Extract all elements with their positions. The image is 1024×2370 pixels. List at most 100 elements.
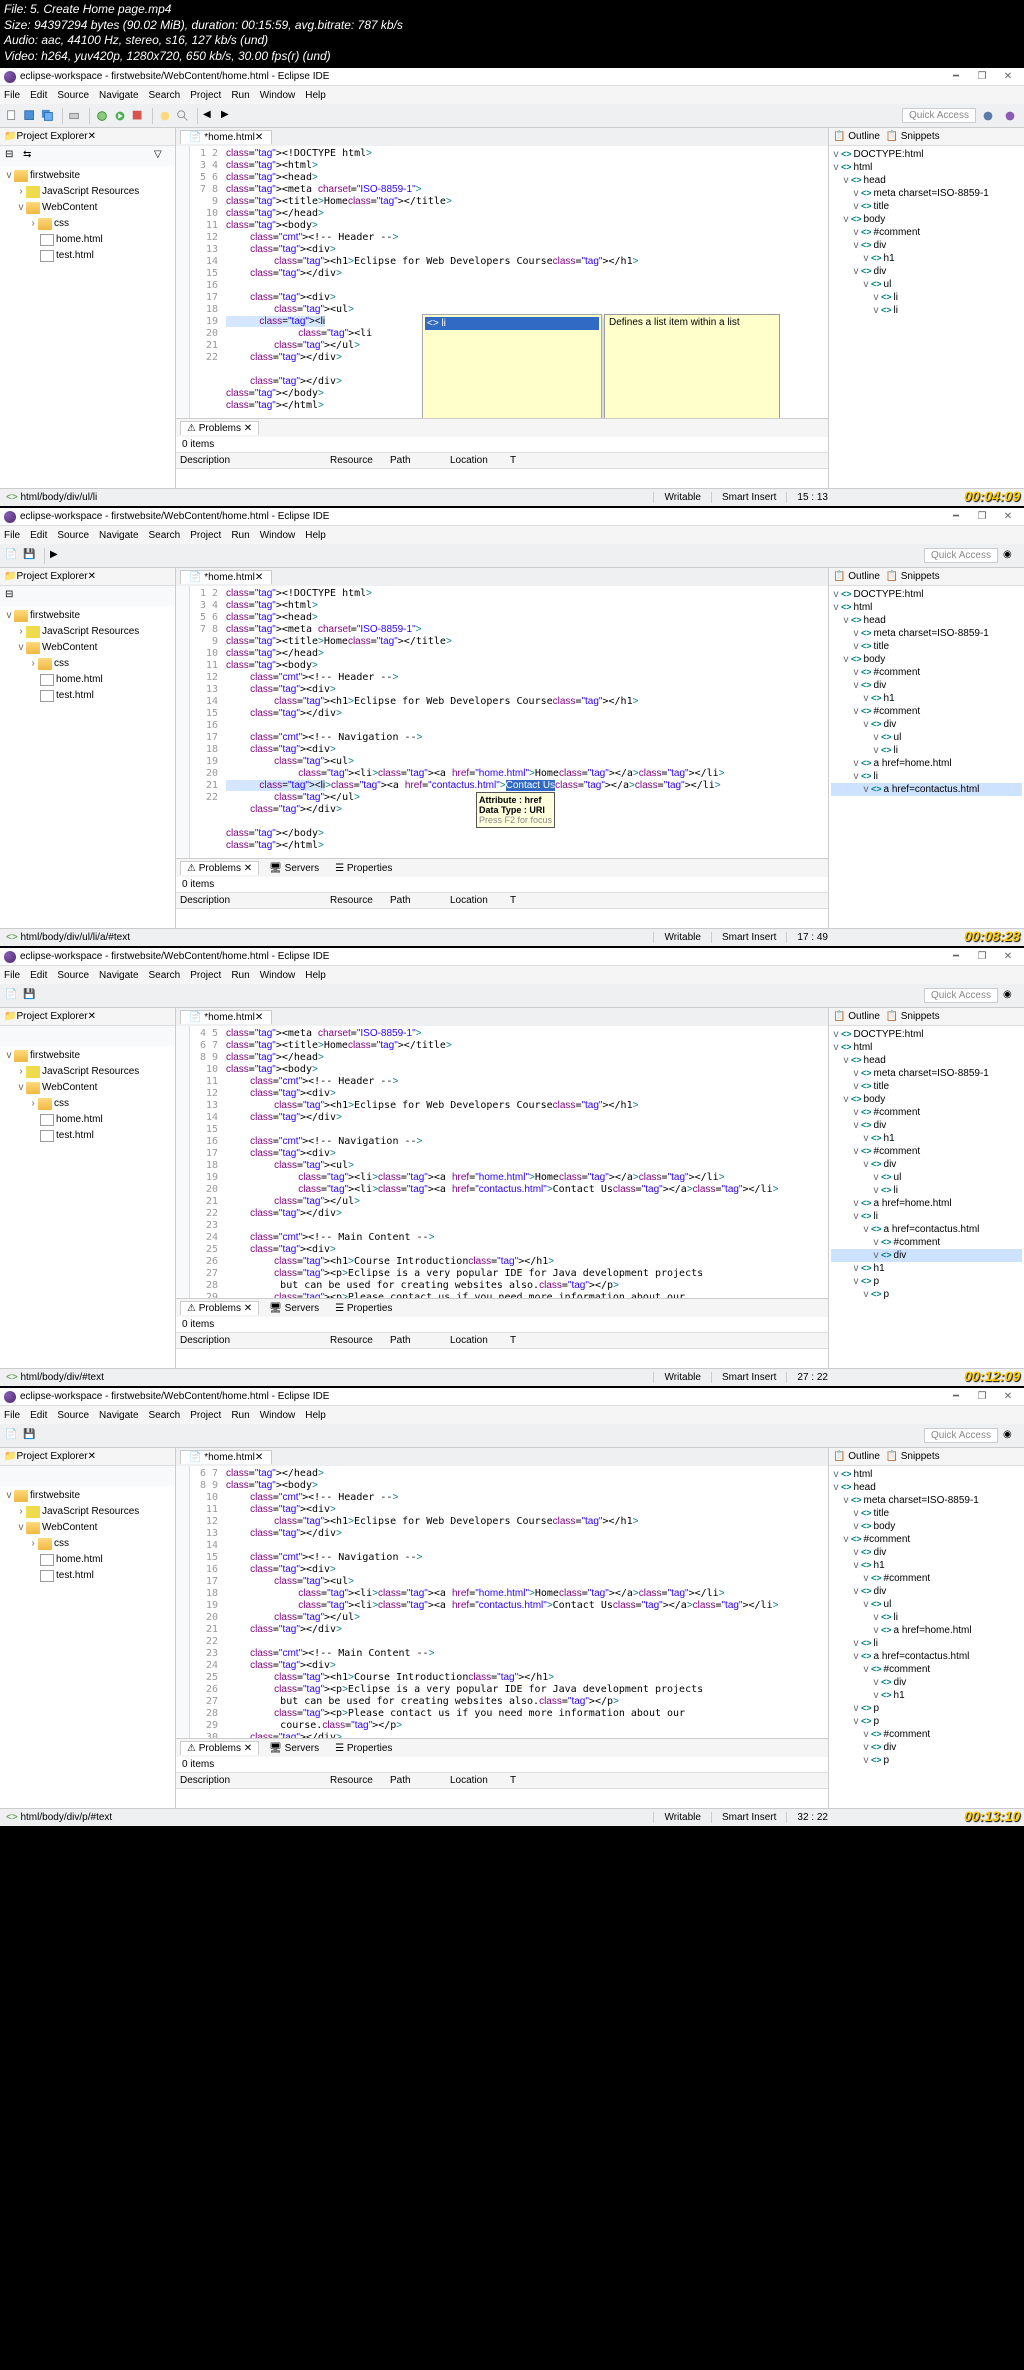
menu-help[interactable]: Help <box>305 90 326 101</box>
menu-window[interactable]: Window <box>260 530 296 541</box>
quick-access-input[interactable]: Quick Access <box>924 548 998 563</box>
col-resource[interactable]: Resource <box>330 455 390 466</box>
snippets-tab[interactable]: 📋 Snippets <box>885 131 939 142</box>
properties-tab[interactable]: ☰ Properties <box>329 1742 398 1755</box>
col-location[interactable]: Location <box>450 455 510 466</box>
code-editor[interactable]: 4 5 6 7 8 9 10 11 12 13 14 15 16 17 18 1… <box>176 1026 828 1298</box>
perspective-icon[interactable]: ◉ <box>1002 548 1018 564</box>
menu-run[interactable]: Run <box>231 530 249 541</box>
quick-access-input[interactable]: Quick Access <box>902 108 976 123</box>
menu-search[interactable]: Search <box>149 90 181 101</box>
minimize-button[interactable]: ━ <box>944 1390 968 1404</box>
code-editor[interactable]: 6 7 8 9 10 11 12 13 14 15 16 17 18 19 20… <box>176 1466 828 1738</box>
col-path[interactable]: Path <box>390 895 450 906</box>
menu-window[interactable]: Window <box>260 90 296 101</box>
tree-test-html[interactable]: test.html <box>4 688 171 704</box>
ext-tools-icon[interactable] <box>130 108 146 124</box>
content-assist-popup[interactable]: <> li <box>422 314 602 418</box>
menu-file[interactable]: File <box>4 90 20 101</box>
tree-home-html[interactable]: home.html <box>4 672 171 688</box>
link-editor-icon[interactable]: ⇆ <box>22 148 38 164</box>
editor-tab-home[interactable]: 📄 *home.html ✕ <box>180 1010 272 1024</box>
menu-project[interactable]: Project <box>190 90 221 101</box>
minimize-button[interactable]: ━ <box>944 70 968 84</box>
problems-tab[interactable]: ⚠ Problems ✕ <box>180 1741 259 1755</box>
outline-tree[interactable]: v<> htmlv<> headv<> meta charset=ISO-885… <box>829 1466 1024 1769</box>
snippets-tab[interactable]: 📋 Snippets <box>885 571 939 582</box>
snippets-tab[interactable]: 📋 Snippets <box>885 1451 939 1462</box>
maximize-button[interactable]: ❐ <box>970 510 994 524</box>
editor-tab-home[interactable]: 📄 *home.html ✕ <box>180 1450 272 1464</box>
new-server-icon[interactable] <box>157 108 173 124</box>
menu-navigate[interactable]: Navigate <box>99 530 138 541</box>
col-location[interactable]: Location <box>450 895 510 906</box>
quick-access-input[interactable]: Quick Access <box>924 1428 998 1443</box>
run-icon[interactable] <box>112 108 128 124</box>
menu-source[interactable]: Source <box>57 530 89 541</box>
close-button[interactable]: ✕ <box>996 70 1020 84</box>
outline-tree[interactable]: v<> DOCTYPE:htmlv<> htmlv<> headv<> meta… <box>829 586 1024 798</box>
quick-access-input[interactable]: Quick Access <box>924 988 998 1003</box>
outline-tab[interactable]: 📋 Outline <box>833 1451 880 1462</box>
outline-tab[interactable]: 📋 Outline <box>833 571 880 582</box>
servers-tab[interactable]: 🖥 Servers <box>263 1742 325 1755</box>
run-icon[interactable]: ▶ <box>49 548 65 564</box>
maximize-button[interactable]: ❐ <box>970 70 994 84</box>
project-explorer-tab[interactable]: 📁 Project Explorer ✕ <box>0 1008 175 1026</box>
collapse-all-icon[interactable]: ⊟ <box>4 588 20 604</box>
close-button[interactable]: ✕ <box>996 510 1020 524</box>
menu-help[interactable]: Help <box>305 530 326 541</box>
save-icon[interactable] <box>22 108 38 124</box>
tree-home-html[interactable]: home.html <box>4 232 171 248</box>
save-icon[interactable]: 💾 <box>22 1428 38 1444</box>
save-icon[interactable]: 💾 <box>22 988 38 1004</box>
col-description[interactable]: Description <box>180 455 330 466</box>
problems-tab[interactable]: ⚠ Problems ✕ <box>180 1301 259 1315</box>
menu-edit[interactable]: Edit <box>30 530 47 541</box>
menu-navigate[interactable]: Navigate <box>99 90 138 101</box>
col-path[interactable]: Path <box>390 455 450 466</box>
close-button[interactable]: ✕ <box>996 950 1020 964</box>
new-icon[interactable] <box>4 108 20 124</box>
view-menu-icon[interactable]: ▽ <box>153 148 169 164</box>
properties-tab[interactable]: ☰ Properties <box>329 1302 398 1315</box>
maximize-button[interactable]: ❐ <box>970 950 994 964</box>
tree-webcontent[interactable]: vWebContent <box>4 640 171 656</box>
minimize-button[interactable]: ━ <box>944 950 968 964</box>
menu-project[interactable]: Project <box>190 530 221 541</box>
servers-tab[interactable]: 🖥 Servers <box>263 862 325 875</box>
maximize-button[interactable]: ❐ <box>970 1390 994 1404</box>
tree-test-html[interactable]: test.html <box>4 248 171 264</box>
tree-js-resources[interactable]: ›JavaScript Resources <box>4 624 171 640</box>
new-icon[interactable]: 📄 <box>4 1428 20 1444</box>
code-editor[interactable]: 1 2 3 4 5 6 7 8 9 10 11 12 13 14 15 16 1… <box>176 586 828 858</box>
tree-css[interactable]: ›css <box>4 656 171 672</box>
col-type[interactable]: T <box>510 455 530 466</box>
snippets-tab[interactable]: 📋 Snippets <box>885 1011 939 1022</box>
tree-js-resources[interactable]: ›JavaScript Resources <box>4 184 171 200</box>
editor-tab-home[interactable]: 📄 *home.html ✕ <box>180 130 272 144</box>
editor-tab-home[interactable]: 📄 *home.html ✕ <box>180 570 272 584</box>
collapse-all-icon[interactable]: ⊟ <box>4 148 20 164</box>
save-icon[interactable]: 💾 <box>22 548 38 564</box>
search-icon[interactable] <box>175 108 191 124</box>
tree-css[interactable]: ›css <box>4 216 171 232</box>
project-explorer-tab[interactable]: 📁 Project Explorer ✕ <box>0 1448 175 1466</box>
outline-tree[interactable]: v<> DOCTYPE:htmlv<> htmlv<> headv<> meta… <box>829 1026 1024 1303</box>
problems-tab[interactable]: ⚠ Problems ✕ <box>180 421 259 435</box>
outline-tab[interactable]: 📋 Outline <box>833 1011 880 1022</box>
minimize-button[interactable]: ━ <box>944 510 968 524</box>
forward-icon[interactable]: ▶ <box>220 108 236 124</box>
outline-tree[interactable]: v<> DOCTYPE:htmlv<> htmlv<> headv<> meta… <box>829 146 1024 319</box>
tree-project-root[interactable]: vfirstwebsite <box>4 608 171 624</box>
col-resource[interactable]: Resource <box>330 895 390 906</box>
menu-file[interactable]: File <box>4 530 20 541</box>
properties-tab[interactable]: ☰ Properties <box>329 862 398 875</box>
menu-search[interactable]: Search <box>149 530 181 541</box>
outline-tab[interactable]: 📋 Outline <box>833 131 880 142</box>
new-icon[interactable]: 📄 <box>4 548 20 564</box>
menu-edit[interactable]: Edit <box>30 90 47 101</box>
debug-icon[interactable] <box>94 108 110 124</box>
tree-project-root[interactable]: vfirstwebsite <box>4 168 171 184</box>
col-type[interactable]: T <box>510 895 530 906</box>
